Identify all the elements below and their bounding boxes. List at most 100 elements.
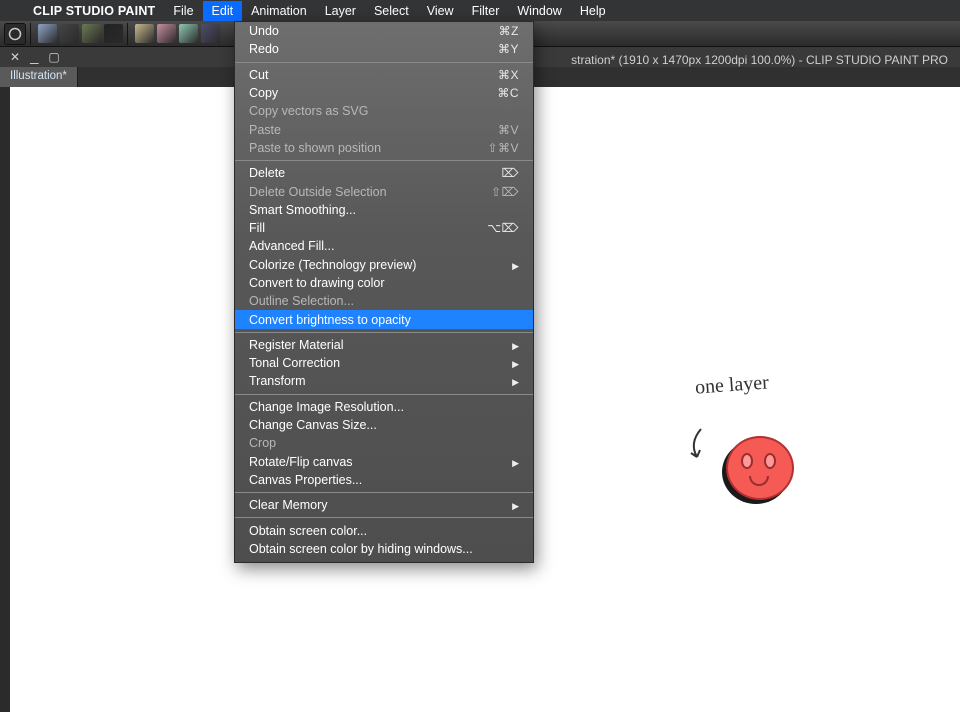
menu-item-label: Clear Memory <box>249 498 512 512</box>
toolbar-avatar[interactable] <box>201 24 220 43</box>
menubar: CLIP STUDIO PAINT FileEditAnimationLayer… <box>0 0 960 21</box>
menu-item-label: Tonal Correction <box>249 356 512 370</box>
menu-item-smart-smoothing[interactable]: Smart Smoothing... <box>235 201 533 219</box>
menu-item-redo[interactable]: Redo⌘Y <box>235 40 533 58</box>
menu-item-label: Undo <box>249 24 499 38</box>
close-icon[interactable]: ✕ <box>10 50 20 64</box>
toolbar-avatar[interactable] <box>179 24 198 43</box>
menu-item-paste-to-shown-position: Paste to shown position⇧⌘V <box>235 139 533 157</box>
menu-item-label: Obtain screen color... <box>249 524 519 538</box>
menu-item-label: Advanced Fill... <box>249 239 519 253</box>
toolbar-avatar[interactable] <box>157 24 176 43</box>
arrow-icon <box>683 425 713 465</box>
menu-item-cut[interactable]: Cut⌘X <box>235 66 533 84</box>
menu-edit[interactable]: Edit <box>203 1 243 21</box>
menu-item-obtain-screen-color[interactable]: Obtain screen color... <box>235 521 533 539</box>
toolbar-avatar[interactable] <box>135 24 154 43</box>
menu-shortcut: ⌘Y <box>498 42 519 56</box>
menu-item-label: Crop <box>249 436 519 450</box>
menu-item-label: Redo <box>249 42 498 56</box>
menu-item-label: Cut <box>249 68 498 82</box>
menu-shortcut: ⌥⌦ <box>487 221 519 235</box>
menu-separator <box>235 160 533 161</box>
toolbar-avatar[interactable] <box>60 24 79 43</box>
menu-item-label: Copy <box>249 86 497 100</box>
menu-item-label: Delete Outside Selection <box>249 185 491 199</box>
menu-shortcut: ⌘Z <box>499 24 519 38</box>
menu-item-label: Convert brightness to opacity <box>249 313 519 327</box>
menu-item-undo[interactable]: Undo⌘Z <box>235 22 533 40</box>
maximize-icon[interactable]: ▢ <box>48 50 59 64</box>
menu-item-paste: Paste⌘V <box>235 120 533 138</box>
menu-item-tonal-correction[interactable]: Tonal Correction <box>235 354 533 372</box>
menu-item-register-material[interactable]: Register Material <box>235 336 533 354</box>
menu-shortcut: ⇧⌘V <box>487 141 519 155</box>
menu-select[interactable]: Select <box>365 1 418 21</box>
menu-filter[interactable]: Filter <box>463 1 509 21</box>
menu-item-label: Colorize (Technology preview) <box>249 258 512 272</box>
menu-shortcut: ⇧⌦ <box>491 185 519 199</box>
submenu-arrow-icon <box>512 338 519 352</box>
edit-menu-dropdown: Undo⌘ZRedo⌘YCut⌘XCopy⌘CCopy vectors as S… <box>234 21 534 563</box>
toolbar-separator <box>30 23 31 45</box>
document-tab[interactable]: Illustration* <box>0 67 78 87</box>
menu-item-label: Copy vectors as SVG <box>249 104 519 118</box>
toolbar-avatar[interactable] <box>38 24 57 43</box>
submenu-arrow-icon <box>512 498 519 512</box>
menu-item-label: Delete <box>249 166 502 180</box>
menu-item-convert-to-drawing-color[interactable]: Convert to drawing color <box>235 274 533 292</box>
menu-item-convert-brightness-to-opacity[interactable]: Convert brightness to opacity <box>235 310 533 328</box>
menu-help[interactable]: Help <box>571 1 615 21</box>
menu-item-label: Rotate/Flip canvas <box>249 455 512 469</box>
menu-item-obtain-screen-color-by-hiding-windows[interactable]: Obtain screen color by hiding windows... <box>235 540 533 558</box>
menu-item-label: Change Image Resolution... <box>249 400 519 414</box>
menu-shortcut: ⌘V <box>498 123 519 137</box>
menu-item-copy[interactable]: Copy⌘C <box>235 84 533 102</box>
menu-item-label: Outline Selection... <box>249 294 519 308</box>
menu-item-label: Smart Smoothing... <box>249 203 519 217</box>
menu-item-label: Transform <box>249 374 512 388</box>
minimize-icon[interactable]: _ <box>30 54 38 60</box>
menu-item-label: Change Canvas Size... <box>249 418 519 432</box>
menu-item-delete[interactable]: Delete⌦ <box>235 164 533 182</box>
menu-window[interactable]: Window <box>508 1 570 21</box>
menu-shortcut: ⌘C <box>497 86 519 100</box>
menu-file[interactable]: File <box>164 1 202 21</box>
menu-item-label: Register Material <box>249 338 512 352</box>
menu-shortcut: ⌘X <box>498 68 519 82</box>
left-panel <box>0 87 10 712</box>
menu-shortcut: ⌦ <box>502 166 519 180</box>
menu-separator <box>235 517 533 518</box>
submenu-arrow-icon <box>512 455 519 469</box>
menu-animation[interactable]: Animation <box>242 1 316 21</box>
submenu-arrow-icon <box>512 258 519 272</box>
menu-item-clear-memory[interactable]: Clear Memory <box>235 496 533 514</box>
menu-item-delete-outside-selection: Delete Outside Selection⇧⌦ <box>235 182 533 200</box>
menu-separator <box>235 492 533 493</box>
menu-item-colorize-technology-preview[interactable]: Colorize (Technology preview) <box>235 256 533 274</box>
home-icon[interactable] <box>4 23 26 45</box>
menu-item-label: Convert to drawing color <box>249 276 519 290</box>
menu-item-transform[interactable]: Transform <box>235 372 533 390</box>
menu-item-canvas-properties[interactable]: Canvas Properties... <box>235 471 533 489</box>
menu-item-fill[interactable]: Fill⌥⌦ <box>235 219 533 237</box>
menu-item-change-canvas-size[interactable]: Change Canvas Size... <box>235 416 533 434</box>
menu-item-crop: Crop <box>235 434 533 452</box>
canvas-annotation-text: one layer <box>694 371 769 399</box>
tab-label: Illustration* <box>10 70 67 82</box>
submenu-arrow-icon <box>512 374 519 388</box>
toolbar-avatar[interactable] <box>104 24 123 43</box>
menu-separator <box>235 62 533 63</box>
menu-item-label: Paste <box>249 123 498 137</box>
toolbar-avatar[interactable] <box>82 24 101 43</box>
menu-item-label: Paste to shown position <box>249 141 487 155</box>
menu-item-advanced-fill[interactable]: Advanced Fill... <box>235 237 533 255</box>
toolbar-separator <box>127 23 128 45</box>
menu-item-label: Obtain screen color by hiding windows... <box>249 542 519 556</box>
menu-item-copy-vectors-as-svg: Copy vectors as SVG <box>235 102 533 120</box>
menu-item-change-image-resolution[interactable]: Change Image Resolution... <box>235 398 533 416</box>
menu-item-label: Fill <box>249 221 487 235</box>
menu-view[interactable]: View <box>418 1 463 21</box>
menu-layer[interactable]: Layer <box>316 1 365 21</box>
menu-item-rotate-flip-canvas[interactable]: Rotate/Flip canvas <box>235 453 533 471</box>
